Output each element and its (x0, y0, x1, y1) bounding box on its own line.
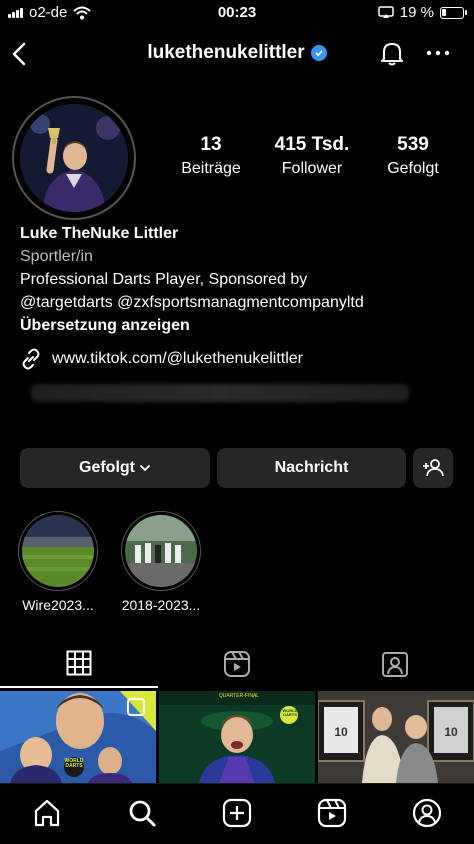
highlight-2[interactable]: 2018-2023... (121, 511, 201, 613)
battery-label: 19 % (399, 4, 434, 21)
reels-tab-icon[interactable] (223, 650, 251, 678)
bio-line-2[interactable]: @targetdarts @zxfsportsmanagmentcompanyl… (20, 291, 460, 314)
message-button[interactable]: Nachricht (217, 448, 406, 488)
verified-badge-icon (310, 45, 327, 61)
stat-followers-value: 415 Tsd. (274, 134, 350, 155)
post-thumbnail-1[interactable]: WORLD DARTS (0, 691, 156, 783)
tagged-tab-icon[interactable] (381, 650, 409, 678)
highlight-1-label: Wire2023... (22, 597, 94, 613)
battery-icon (440, 6, 467, 19)
avatar-photo (20, 104, 128, 212)
bottom-navigation (0, 783, 474, 844)
status-right: 19 % (378, 4, 467, 21)
highlight-1[interactable]: Wire2023... (18, 511, 98, 613)
reels-nav-icon[interactable] (317, 798, 347, 828)
profile-header: lukethenukelittler (0, 30, 474, 76)
highlight-1-image (22, 515, 94, 587)
post2-badge-text: WORLD DARTS (282, 708, 298, 717)
stat-followers[interactable]: 415 Tsd. Follower (262, 134, 362, 178)
post3-jersey2-text: 10 (444, 725, 458, 739)
profile-link-text: www.tiktok.com/@lukethenukelittler (52, 350, 303, 367)
active-tab-indicator (0, 686, 158, 688)
profile-link[interactable]: www.tiktok.com/@lukethenukelittler (20, 348, 303, 370)
stat-followers-label: Follower (281, 160, 343, 177)
stat-posts[interactable]: 13 Beiträge (161, 134, 261, 178)
profile-nav-icon[interactable] (412, 798, 442, 828)
chevron-down-icon (140, 465, 150, 472)
profile-category: Sportler/in (20, 248, 93, 265)
more-icon[interactable] (426, 50, 450, 56)
message-button-label: Nachricht (274, 459, 349, 476)
following-button[interactable]: Gefolgt (20, 448, 210, 488)
profile-name: Luke TheNuke Littler (20, 225, 179, 242)
bio-line-1: Professional Darts Player, Sponsored by (20, 271, 308, 288)
suggest-people-button[interactable] (413, 448, 453, 488)
stat-following-value: 539 (397, 134, 429, 155)
post2-header-text: QUARTER-FINAL (218, 693, 260, 699)
highlight-2-label: 2018-2023... (121, 597, 201, 613)
screen-mirroring-icon (378, 6, 394, 18)
home-icon[interactable] (32, 798, 62, 828)
translate-link[interactable]: Übersetzung anzeigen (20, 314, 460, 337)
stat-following[interactable]: 539 Gefolgt (363, 134, 463, 178)
grid-tab-icon[interactable] (66, 650, 92, 676)
post-thumbnail-3[interactable]: 10 10 (318, 691, 474, 783)
post-thumbnail-2[interactable]: QUARTER-FINAL WORLD DARTS (159, 691, 315, 783)
profile-avatar[interactable] (20, 104, 128, 212)
post1-badge-text: WORLD DARTS (64, 758, 84, 769)
status-bar: o2-de 00:23 19 % (0, 0, 474, 28)
blurred-text (30, 384, 410, 402)
bell-icon[interactable] (378, 39, 406, 67)
create-post-icon[interactable] (222, 798, 252, 828)
search-icon[interactable] (127, 798, 157, 828)
username-text: lukethenukelittler (147, 42, 305, 63)
stat-posts-label: Beiträge (181, 160, 241, 177)
add-person-icon (423, 459, 444, 477)
stat-posts-value: 13 (200, 134, 222, 155)
stat-following-label: Gefolgt (387, 160, 439, 177)
highlight-2-image (125, 515, 197, 587)
link-icon (22, 348, 40, 370)
following-button-label: Gefolgt (79, 459, 135, 476)
profile-bio: Luke TheNuke Littler Sportler/in Profess… (20, 222, 460, 337)
post3-jersey1-text: 10 (334, 725, 348, 739)
